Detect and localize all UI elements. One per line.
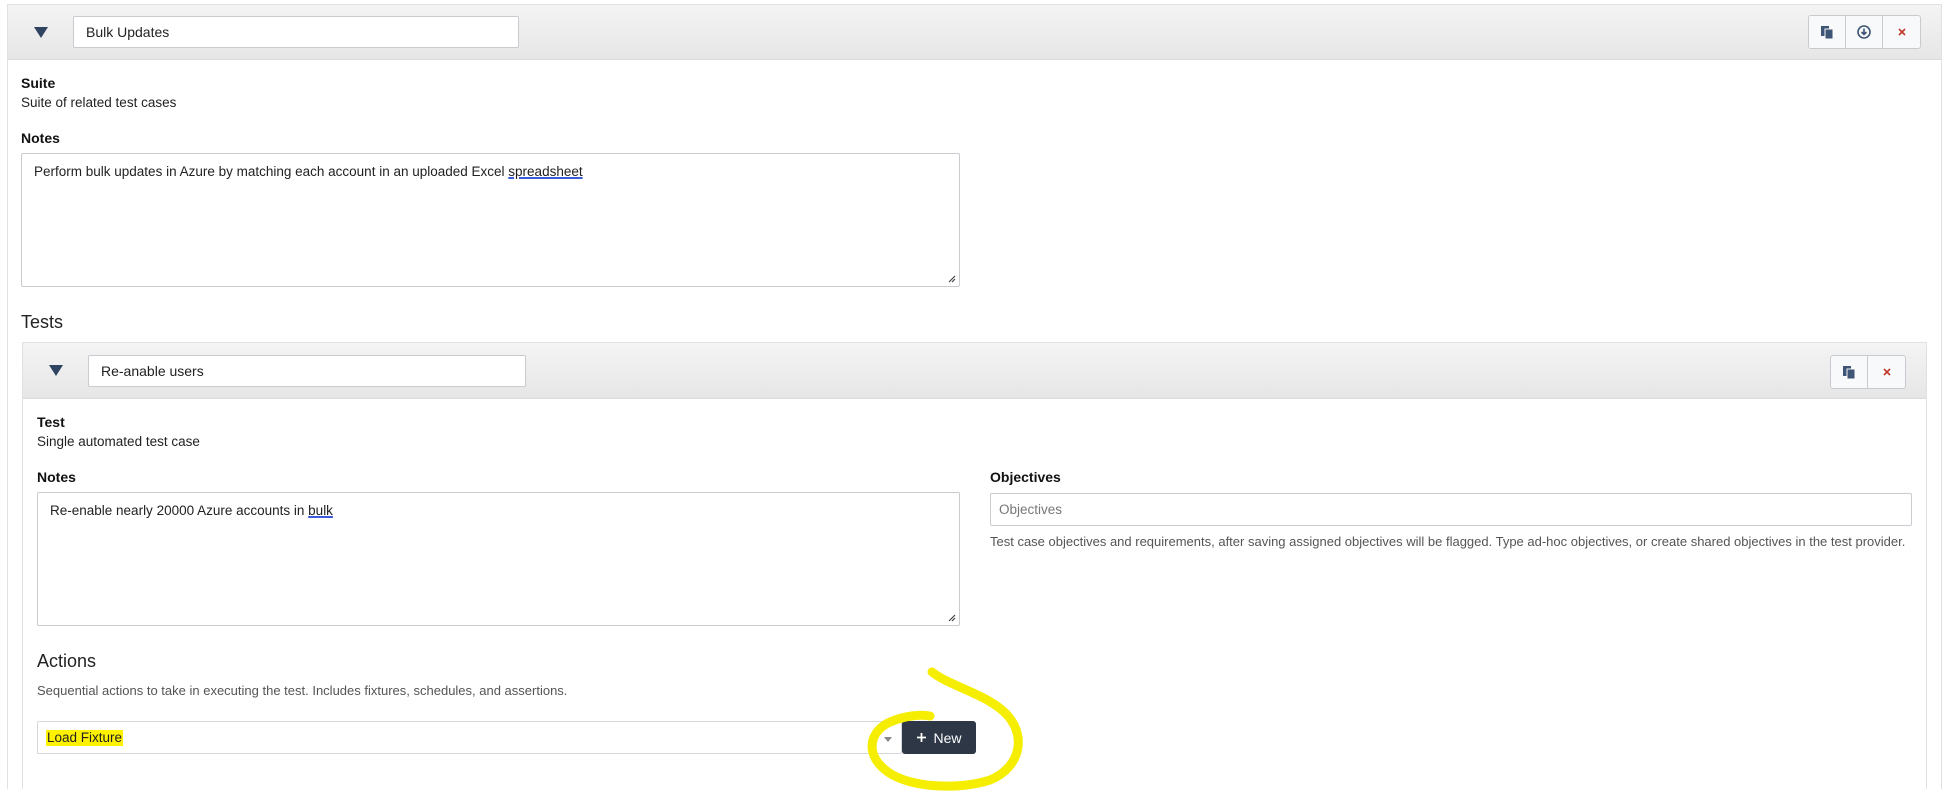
plus-icon — [917, 733, 927, 742]
test-notes-text: Re-enable nearly 20000 Azure accounts in — [50, 503, 309, 518]
copy-button[interactable] — [1831, 356, 1868, 388]
copy-icon — [1843, 366, 1856, 379]
test-type-description: Single automated test case — [37, 434, 200, 449]
objectives-help-text: Test case objectives and requirements, a… — [990, 534, 1906, 549]
actions-heading: Actions — [37, 651, 97, 671]
suite-name-input[interactable] — [73, 16, 519, 48]
suite-notes-spellcheck-word: spreadsheet — [508, 164, 583, 179]
test-header — [23, 343, 1926, 399]
new-action-button-label: New — [933, 729, 962, 746]
test-actions-group — [1830, 355, 1906, 389]
suite-notes-label: Notes — [21, 130, 60, 146]
dropdown-arrow-icon — [884, 737, 892, 742]
objectives-label: Objectives — [990, 469, 1061, 485]
resize-grip-icon[interactable] — [946, 273, 956, 283]
test-name-input[interactable] — [88, 355, 526, 387]
tests-heading: Tests — [21, 312, 64, 332]
collapse-caret-icon[interactable] — [49, 365, 63, 376]
download-icon — [1857, 25, 1871, 39]
close-icon — [1897, 28, 1906, 36]
collapse-caret-icon[interactable] — [34, 27, 48, 38]
suite-type-description: Suite of related test cases — [21, 95, 177, 110]
copy-icon — [1821, 26, 1834, 39]
action-type-select[interactable]: Load Fixture — [37, 721, 902, 754]
copy-button[interactable] — [1809, 16, 1846, 48]
test-notes-spellcheck-word: bulk — [308, 503, 333, 518]
objectives-input[interactable]: Objectives — [990, 493, 1912, 526]
suite-notes-text: Perform bulk updates in Azure by matchin… — [34, 164, 509, 179]
suite-notes-textarea[interactable]: Perform bulk updates in Azure by matchin… — [21, 153, 960, 287]
suite-type-label: Suite — [21, 75, 56, 91]
download-button[interactable] — [1846, 16, 1883, 48]
close-button[interactable] — [1883, 16, 1920, 48]
test-notes-textarea[interactable]: Re-enable nearly 20000 Azure accounts in… — [37, 492, 960, 626]
action-type-selected-value: Load Fixture — [46, 730, 124, 746]
test-type-label: Test — [37, 414, 65, 430]
test-notes-label: Notes — [37, 469, 76, 485]
close-button[interactable] — [1868, 356, 1905, 388]
suite-header — [8, 5, 1941, 60]
actions-description: Sequential actions to take in executing … — [37, 683, 568, 698]
new-action-button[interactable]: New — [902, 721, 976, 754]
suite-actions-group — [1808, 15, 1921, 49]
close-icon — [1882, 368, 1891, 376]
resize-grip-icon[interactable] — [946, 612, 956, 622]
